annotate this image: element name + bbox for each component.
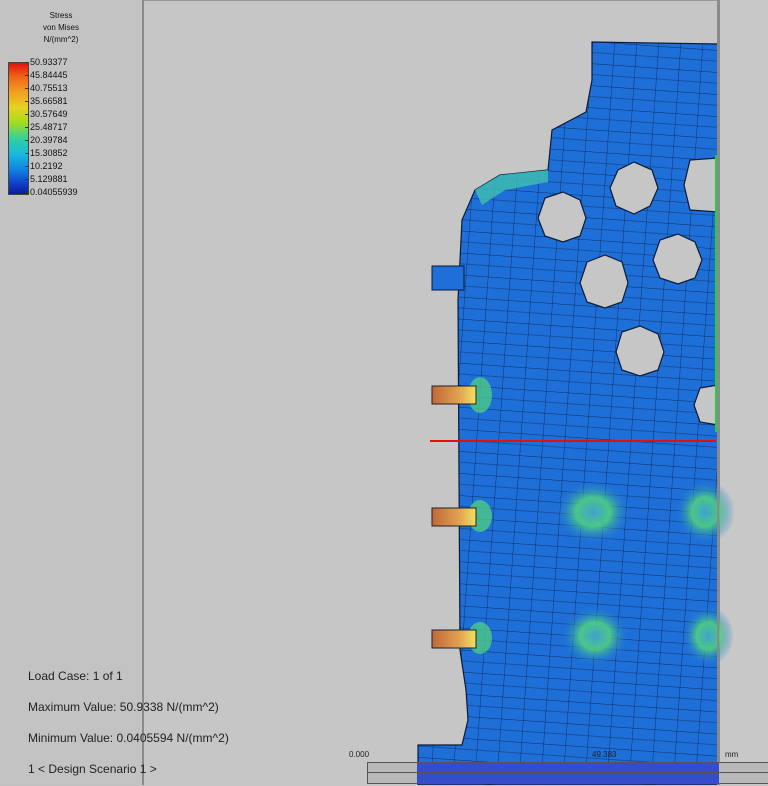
- ruler-start-label: 0.000: [349, 750, 370, 759]
- ruler-midline: [368, 772, 768, 773]
- ruler-mid-label: 49.383: [592, 750, 617, 759]
- part-body: [417, 41, 719, 785]
- load-case-label: Load Case: 1 of 1: [28, 669, 123, 683]
- min-value-label: Minimum Value: 0.0405594 N/(mm^2): [28, 731, 229, 745]
- design-scenario-selector[interactable]: 1 < Design Scenario 1 >: [28, 762, 157, 776]
- fea-model[interactable]: [0, 0, 768, 785]
- scale-ruler: [367, 762, 768, 784]
- ruler-unit-label: mm: [725, 750, 739, 759]
- max-value-label: Maximum Value: 50.9338 N/(mm^2): [28, 700, 219, 714]
- ruler-model-overlap: [417, 763, 719, 783]
